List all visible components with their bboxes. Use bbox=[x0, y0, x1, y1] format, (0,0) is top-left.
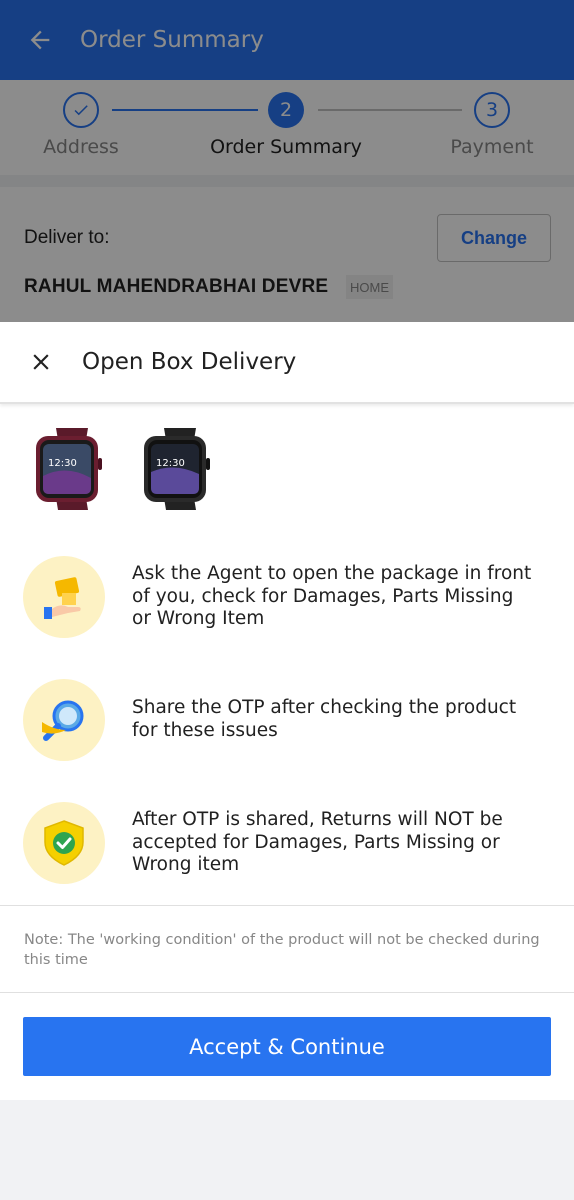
info-text: Ask the Agent to open the package in fro… bbox=[132, 563, 532, 629]
smartwatch-black-image: 12:30 bbox=[144, 428, 210, 510]
accept-continue-button[interactable]: Accept & Continue bbox=[23, 1017, 551, 1076]
watch-time: 12:30 bbox=[48, 458, 77, 469]
info-row: After OTP is shared, Returns will NOT be… bbox=[0, 802, 574, 884]
close-button[interactable] bbox=[0, 321, 82, 403]
modal-overlay[interactable] bbox=[0, 0, 574, 322]
info-text: Share the OTP after checking the product… bbox=[132, 697, 517, 741]
divider bbox=[0, 905, 574, 906]
info-row: Share the OTP after checking the product… bbox=[0, 679, 574, 761]
sheet-header: Open Box Delivery bbox=[0, 322, 574, 404]
info-text: After OTP is shared, Returns will NOT be… bbox=[132, 809, 503, 875]
info-row: Ask the Agent to open the package in fro… bbox=[0, 556, 574, 638]
watch-time: 12:30 bbox=[156, 458, 185, 469]
open-box-delivery-sheet: Open Box Delivery 12:30 12:30 Ask the Ag… bbox=[0, 322, 574, 1100]
hand-package-icon bbox=[23, 556, 105, 638]
divider bbox=[0, 992, 574, 993]
smartwatch-maroon-image: 12:30 bbox=[36, 428, 102, 510]
close-icon bbox=[33, 354, 49, 370]
disclaimer-note: Note: The 'working condition' of the pro… bbox=[24, 932, 540, 968]
shield-check-icon bbox=[23, 802, 105, 884]
magnifier-icon bbox=[23, 679, 105, 761]
sheet-title: Open Box Delivery bbox=[82, 349, 297, 375]
